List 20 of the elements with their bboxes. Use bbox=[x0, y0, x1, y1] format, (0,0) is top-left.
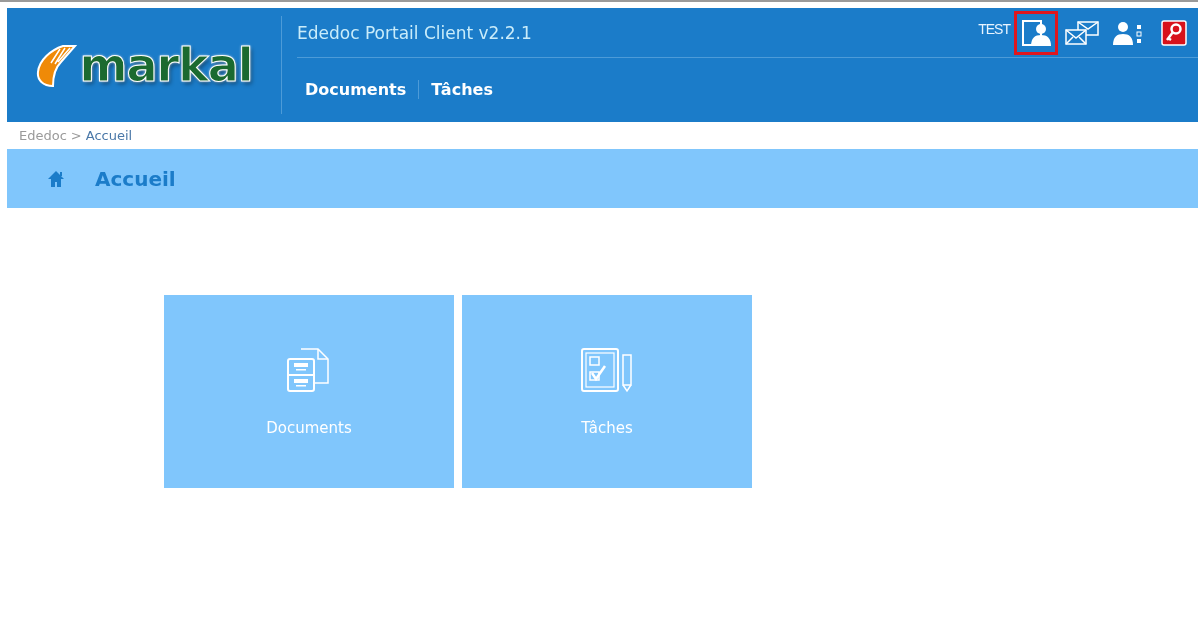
nav-link[interactable]: Tâches bbox=[418, 79, 505, 99]
breadcrumb-link[interactable]: Ededoc bbox=[19, 128, 67, 143]
page-title: Accueil bbox=[95, 166, 176, 191]
user-list-icon bbox=[1113, 19, 1143, 46]
menu-tile[interactable]: Documents bbox=[164, 295, 454, 488]
envelopes-icon bbox=[1064, 19, 1100, 46]
home-icon bbox=[47, 170, 65, 187]
logo-text: markal bbox=[79, 38, 253, 92]
drop-logo-icon bbox=[35, 42, 78, 88]
key-icon bbox=[1161, 19, 1187, 46]
profile-icon bbox=[1021, 18, 1051, 47]
checklist-clipboard-icon bbox=[580, 346, 634, 393]
header-icon-button[interactable] bbox=[1014, 10, 1058, 55]
breadcrumb-separator: > bbox=[70, 128, 82, 143]
breadcrumb-current: Accueil bbox=[85, 128, 133, 143]
menu-tile[interactable]: Tâches bbox=[462, 295, 752, 488]
file-cabinet-icon bbox=[286, 346, 332, 393]
app-title: Ededoc Portail Client v2.2.1 bbox=[297, 22, 533, 43]
user-name: TEST bbox=[978, 21, 1010, 37]
nav-link[interactable]: Documents bbox=[305, 79, 419, 99]
